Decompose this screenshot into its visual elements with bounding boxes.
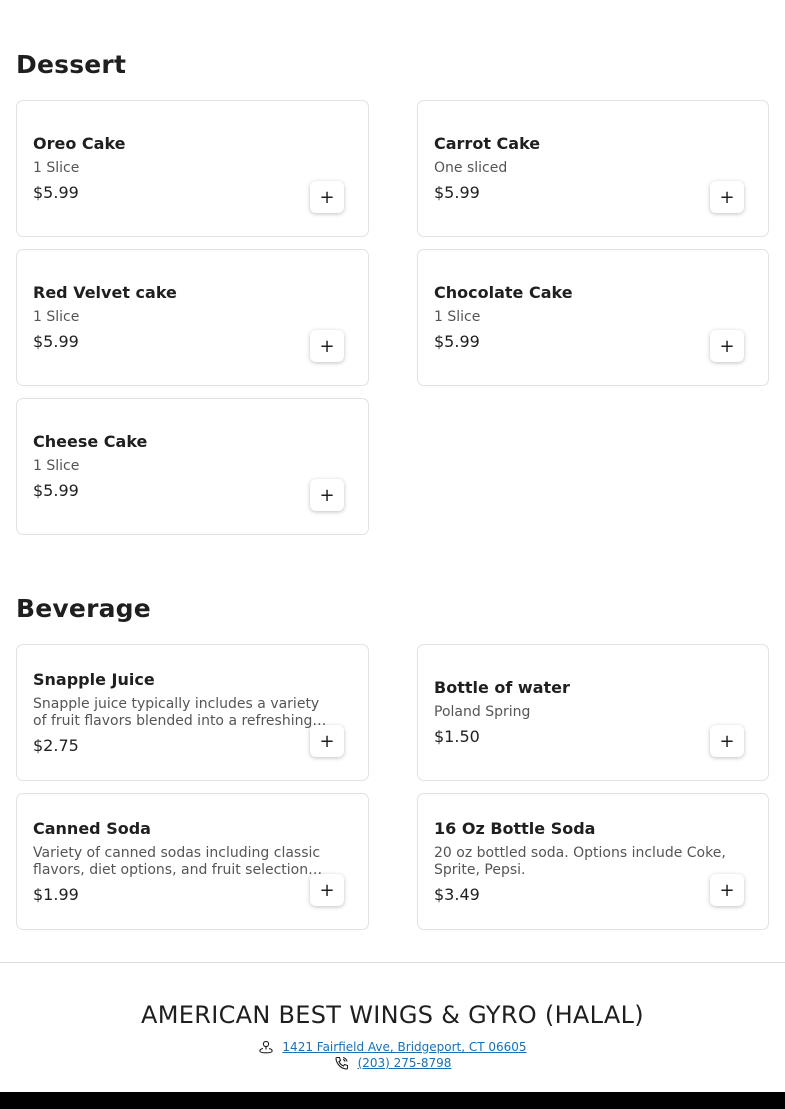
item-name: Red Velvet cake: [33, 283, 177, 302]
phone-row: (203) 275-8798: [0, 1056, 785, 1070]
item-name: Canned Soda: [33, 818, 151, 838]
item-price: $1.99: [33, 884, 79, 904]
item-description: One sliced: [434, 160, 508, 176]
add-to-cart-button[interactable]: +: [710, 874, 744, 906]
menu-item-card[interactable]: Chocolate Cake 1 Slice $5.99 +: [417, 249, 769, 386]
item-description: Poland Spring: [434, 704, 531, 720]
add-to-cart-button[interactable]: +: [710, 330, 744, 362]
section-title-beverage: Beverage: [16, 594, 151, 623]
plus-icon: +: [719, 879, 735, 901]
item-name: Cheese Cake: [33, 432, 148, 451]
menu-item-card[interactable]: Bottle of water Poland Spring $1.50 +: [417, 644, 769, 781]
item-description: Snapple juice typically includes a varie…: [33, 695, 327, 729]
item-price: $5.99: [434, 183, 480, 202]
plus-icon: +: [719, 186, 735, 208]
phone-link[interactable]: (203) 275-8798: [358, 1056, 452, 1070]
menu-item-card[interactable]: Oreo Cake 1 Slice $5.99 +: [16, 100, 369, 237]
add-to-cart-button[interactable]: +: [710, 181, 744, 213]
phone-icon: [334, 1056, 350, 1070]
address-link[interactable]: 1421 Fairfield Ave, Bridgeport, CT 06605: [282, 1040, 526, 1054]
plus-icon: +: [719, 730, 735, 752]
item-price: $1.50: [434, 727, 480, 746]
add-to-cart-button[interactable]: +: [310, 874, 344, 906]
item-description: 1 Slice: [33, 458, 80, 474]
menu-item-card[interactable]: Red Velvet cake 1 Slice $5.99 +: [16, 249, 369, 386]
item-name: Chocolate Cake: [434, 283, 573, 302]
bottom-bar: [0, 1092, 785, 1109]
item-price: $2.75: [33, 735, 79, 755]
item-description: Variety of canned sodas including classi…: [33, 844, 321, 878]
item-description: 1 Slice: [434, 309, 481, 325]
plus-icon: +: [319, 484, 335, 506]
item-price: $5.99: [434, 332, 480, 351]
item-description: 1 Slice: [33, 160, 80, 176]
add-to-cart-button[interactable]: +: [710, 725, 744, 757]
item-price: $5.99: [33, 481, 79, 500]
add-to-cart-button[interactable]: +: [310, 479, 344, 511]
menu-item-card[interactable]: Canned Soda Variety of canned sodas incl…: [16, 793, 369, 930]
restaurant-name: AMERICAN BEST WINGS & GYRO (HALAL): [141, 1001, 644, 1029]
plus-icon: +: [319, 335, 335, 357]
menu-item-card[interactable]: 16 Oz Bottle Soda 20 oz bottled soda. Op…: [417, 793, 769, 930]
section-title-dessert: Dessert: [16, 50, 127, 79]
item-name: Carrot Cake: [434, 134, 541, 153]
add-to-cart-button[interactable]: +: [310, 725, 344, 757]
menu-item-card[interactable]: Snapple Juice Snapple juice typically in…: [16, 644, 369, 781]
plus-icon: +: [319, 730, 335, 752]
add-to-cart-button[interactable]: +: [310, 330, 344, 362]
add-to-cart-button[interactable]: +: [310, 181, 344, 213]
item-name: 16 Oz Bottle Soda: [434, 818, 596, 838]
item-name: Oreo Cake: [33, 134, 126, 153]
item-name: Bottle of water: [434, 678, 570, 697]
menu-item-card[interactable]: Carrot Cake One sliced $5.99 +: [417, 100, 769, 237]
address-row: 1421 Fairfield Ave, Bridgeport, CT 06605: [0, 1040, 785, 1054]
plus-icon: +: [319, 186, 335, 208]
footer-divider: [0, 962, 785, 963]
item-name: Snapple Juice: [33, 669, 155, 689]
menu-item-card[interactable]: Cheese Cake 1 Slice $5.99 +: [16, 398, 369, 535]
item-price: $5.99: [33, 183, 79, 202]
item-price: $3.49: [434, 884, 480, 904]
item-description: 20 oz bottled soda. Options include Coke…: [434, 844, 726, 878]
plus-icon: +: [719, 335, 735, 357]
map-pin-icon: [258, 1040, 274, 1054]
plus-icon: +: [319, 879, 335, 901]
item-price: $5.99: [33, 332, 79, 351]
item-description: 1 Slice: [33, 309, 80, 325]
